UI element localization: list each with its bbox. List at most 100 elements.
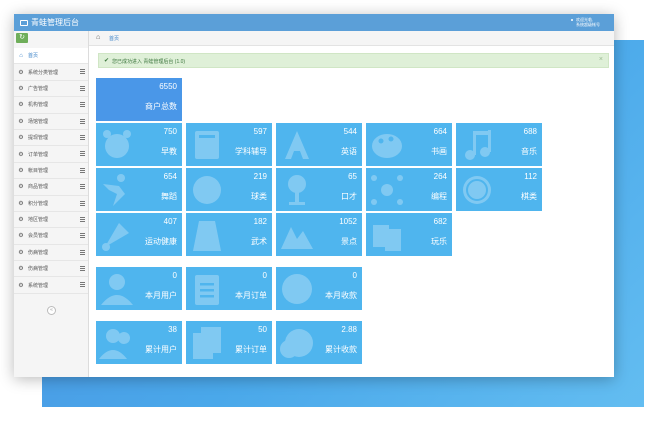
- tile-label: 景点: [341, 237, 357, 246]
- stat-tile[interactable]: 664 书画: [366, 123, 452, 166]
- menu-lines-icon: [80, 233, 85, 239]
- stat-tile[interactable]: 407 运动健康: [96, 213, 182, 256]
- badminton-icon: [99, 217, 135, 253]
- sidebar-item-label: 伤病管理: [28, 266, 49, 273]
- menu-lines-icon: [80, 134, 85, 140]
- sidebar-item[interactable]: ⚙ 帐目管理: [14, 163, 88, 180]
- gears-icon: ⚙: [18, 69, 24, 76]
- sidebar-item-label: 会员管理: [28, 233, 49, 240]
- stat-tile[interactable]: 219 球类: [186, 168, 272, 211]
- gears-icon: ⚙: [18, 266, 24, 273]
- stat-tile[interactable]: 50 累计订单: [186, 321, 272, 364]
- tile-value: 0: [262, 271, 267, 280]
- stat-tile[interactable]: 688 音乐: [456, 123, 542, 166]
- tile-value: 750: [163, 127, 177, 136]
- gears-icon: ⚙: [18, 217, 24, 224]
- admin-window: 青蛙管理后台 欢迎光临, 系统超级帐号 ↻ ⌂ 首页 ⚙ 系统分类管理 ⚙ 广告管理 ⚙ 机构…: [14, 14, 614, 377]
- gears-icon: ⚙: [18, 282, 24, 289]
- tile-label: 玩乐: [431, 237, 447, 246]
- music-note-icon: [459, 127, 495, 163]
- double-chevron-left-icon[interactable]: «: [47, 306, 56, 315]
- tile-value: 664: [433, 127, 447, 136]
- dancer-icon: [99, 172, 135, 208]
- sidebar-item[interactable]: ⚙ 地区管理: [14, 212, 88, 229]
- stat-tile[interactable]: 112 棋类: [456, 168, 542, 211]
- sidebar-item-label: 系统管理: [28, 282, 49, 289]
- tile-value: 1052: [339, 217, 357, 226]
- tile-value: 182: [253, 217, 267, 226]
- sidebar-item[interactable]: ⚙ 订单管理: [14, 146, 88, 163]
- sidebar-item[interactable]: ⚙ 提现管理: [14, 130, 88, 147]
- sidebar-item[interactable]: ⚙ 积分管理: [14, 196, 88, 212]
- tile-label: 口才: [341, 192, 357, 201]
- gears-icon: ⚙: [18, 102, 24, 109]
- sidebar-item[interactable]: ⚙ 会员管理: [14, 228, 88, 245]
- stat-tile[interactable]: 1052 景点: [276, 213, 362, 256]
- tile-value: 65: [348, 172, 357, 181]
- stat-tile[interactable]: 0 本月用户: [96, 267, 182, 310]
- sidebar-item[interactable]: ⚙ 伤病管理: [14, 261, 88, 278]
- sidebar-item[interactable]: ⚙ 伤病管理: [14, 245, 88, 262]
- sidebar-item[interactable]: ⌂ 首页: [14, 48, 88, 65]
- sidebar-menu: ⌂ 首页 ⚙ 系统分类管理 ⚙ 广告管理 ⚙ 机构管理 ⚙ 场馆管理 ⚙ 提现管理 ⚙ 订单管理 ⚙ 帐目管理…: [14, 48, 88, 294]
- sidebar-item[interactable]: ⚙ 机构管理: [14, 97, 88, 114]
- tile-label: 本月收款: [325, 291, 357, 300]
- tile-label: 英语: [341, 147, 357, 156]
- yen-coin-icon: [279, 271, 315, 307]
- sidebar-item-label: 机构管理: [28, 102, 49, 109]
- close-icon[interactable]: ×: [599, 56, 603, 63]
- clipboard-icon: [189, 271, 225, 307]
- tile-label: 球类: [251, 192, 267, 201]
- tile-value: 38: [168, 325, 177, 334]
- tile-label: 音乐: [521, 147, 537, 156]
- menu-lines-icon: [80, 200, 85, 206]
- sidebar-item[interactable]: ⚙ 商品管理: [14, 179, 88, 196]
- home-icon[interactable]: ⌂: [96, 34, 100, 41]
- stat-tile[interactable]: 264 编程: [366, 168, 452, 211]
- menu-lines-icon: [80, 151, 85, 157]
- stat-tile[interactable]: 182 武术: [186, 213, 272, 256]
- user-icon: [99, 271, 135, 307]
- stat-tile[interactable]: 0 本月收款: [276, 267, 362, 310]
- sidebar-item[interactable]: ⚙ 系统管理: [14, 277, 88, 294]
- stat-tile[interactable]: 654 舞蹈: [96, 168, 182, 211]
- tile-label: 武术: [251, 237, 267, 246]
- user-menu[interactable]: 欢迎光临, 系统超级帐号: [571, 17, 600, 27]
- gears-icon: ⚙: [18, 85, 24, 92]
- check-icon: ✔: [104, 58, 110, 64]
- stat-tile[interactable]: 0 本月订单: [186, 267, 272, 310]
- tile-value: 2.88: [341, 325, 357, 334]
- tile-value: 544: [343, 127, 357, 136]
- tile-label: 学科辅导: [235, 147, 267, 156]
- letter-a-icon: [279, 127, 315, 163]
- stat-tile[interactable]: 65 口才: [276, 168, 362, 211]
- yen-coins-icon: [279, 325, 315, 361]
- tile-label: 累计用户: [145, 345, 177, 354]
- user-account: 系统超级帐号: [576, 22, 600, 27]
- stat-tile[interactable]: 38 累计用户: [96, 321, 182, 364]
- tile-label: 商户总数: [145, 102, 177, 111]
- brand[interactable]: 青蛙管理后台: [20, 17, 79, 28]
- basketball-icon: [189, 172, 225, 208]
- sidebar-item-label: 首页: [28, 53, 39, 60]
- tile-value: 112: [524, 172, 537, 181]
- stat-tile[interactable]: 2.88 累计收款: [276, 321, 362, 364]
- user-dot-icon: [571, 19, 573, 21]
- cards-icon: [369, 217, 405, 253]
- refresh-icon[interactable]: ↻: [16, 33, 28, 43]
- tile-value: 50: [258, 325, 267, 334]
- sidebar-item[interactable]: ⚙ 系统分类管理: [14, 64, 88, 81]
- sidebar-item[interactable]: ⚙ 广告管理: [14, 81, 88, 98]
- stat-tile[interactable]: 682 玩乐: [366, 213, 452, 256]
- tile-label: 棋类: [521, 192, 537, 201]
- stat-tile[interactable]: 6550 商户总数: [96, 78, 182, 121]
- sidebar-item-label: 积分管理: [28, 200, 49, 207]
- network-icon: [369, 172, 405, 208]
- stat-tile[interactable]: 544 英语: [276, 123, 362, 166]
- sidebar-item[interactable]: ⚙ 场馆管理: [14, 114, 88, 130]
- breadcrumb-home[interactable]: 首页: [109, 35, 119, 42]
- sidebar-item-label: 订单管理: [28, 151, 49, 158]
- stat-tile[interactable]: 597 学科辅导: [186, 123, 272, 166]
- stat-tile[interactable]: 750 早教: [96, 123, 182, 166]
- microphone-icon: [279, 172, 315, 208]
